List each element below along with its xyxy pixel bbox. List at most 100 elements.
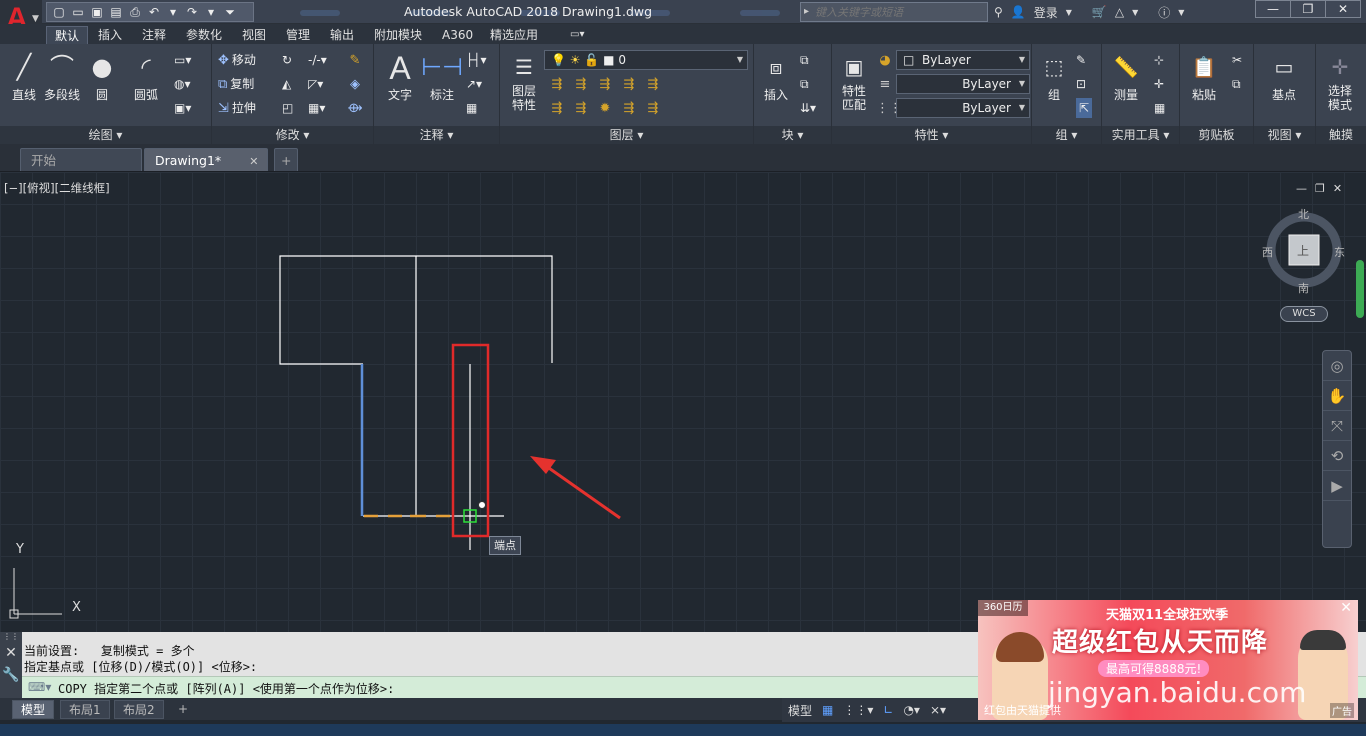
showmotion-icon[interactable]: ▶ (1323, 471, 1351, 501)
new-tab-button[interactable]: + (274, 148, 298, 171)
insert-block-button[interactable]: ⧈ 插入 (754, 50, 798, 102)
panel-title-annotation[interactable]: 注释 ▾ (374, 126, 499, 144)
region-icon[interactable]: ▣▾ (174, 98, 191, 118)
osnap-icon[interactable]: ⨯▾ (930, 703, 946, 717)
orbit-icon[interactable]: ⟲ (1323, 441, 1351, 471)
viewcube-west[interactable]: 西 (1262, 244, 1273, 260)
user-icon[interactable]: 👤 (1011, 5, 1026, 19)
create-block-icon[interactable]: ⧉ (800, 50, 809, 70)
transparency-icon[interactable]: ⋮⋮ (876, 100, 902, 118)
close-command-icon[interactable]: ✕ (0, 642, 22, 664)
rotate-icon[interactable]: ↻ (282, 50, 292, 70)
a360-icon[interactable]: △ (1115, 5, 1124, 19)
copy-button[interactable]: ⧉ 复制 (218, 74, 254, 94)
grid-icon[interactable]: ▦ (822, 703, 833, 717)
calculator-icon[interactable]: ▦ (1154, 98, 1165, 118)
panel-title-block[interactable]: 块 ▾ (754, 126, 831, 144)
linear-dim-icon[interactable]: ├┤▾ (466, 50, 486, 70)
tab-layout1[interactable]: 布局1 (60, 700, 110, 719)
ungroup-icon[interactable]: ✎ (1076, 50, 1086, 70)
layer-tool-icon[interactable]: ⇶ (644, 76, 662, 94)
tab-a360[interactable]: A360 (434, 26, 481, 44)
layer-tool-icon[interactable]: ⇶ (548, 100, 566, 118)
color-dropdown[interactable]: □ ByLayer ▼ (896, 50, 1030, 70)
wcs-menu[interactable]: WCS (1280, 306, 1328, 322)
explode-icon[interactable]: ◈ (346, 76, 364, 94)
group-button[interactable]: ⬚ 组 (1032, 50, 1076, 102)
table-icon[interactable]: ▦ (466, 98, 477, 118)
tab-parametric[interactable]: 参数化 (178, 26, 230, 44)
close-button[interactable]: ✕ (1325, 0, 1361, 18)
mirror-icon[interactable]: ◭ (282, 74, 291, 94)
panel-title-groups[interactable]: 组 ▾ (1032, 126, 1101, 144)
minimize-button[interactable]: — (1255, 0, 1291, 18)
save-icon[interactable]: ▣ (89, 4, 105, 20)
redo-icon[interactable]: ↷ (184, 4, 200, 20)
save-as-icon[interactable]: ▤ (108, 4, 124, 20)
close-icon[interactable]: ✕ (249, 155, 258, 168)
open-file-icon[interactable]: ▭ (70, 4, 86, 20)
panel-title-utilities[interactable]: 实用工具 ▾ (1102, 126, 1179, 144)
group-select-icon[interactable]: ⇱ (1076, 98, 1093, 118)
trim-icon[interactable]: -/-▾ (308, 50, 327, 70)
customize-qat-icon[interactable]: ⏷ (222, 4, 238, 20)
group-edit-icon[interactable]: ⊡ (1076, 74, 1086, 94)
leader-icon[interactable]: ↗▾ (466, 74, 482, 94)
undo-icon[interactable]: ↶ (146, 4, 162, 20)
viewcube-south[interactable]: 南 (1298, 280, 1309, 296)
arc-button[interactable]: ◜ 圆弧 (124, 50, 168, 102)
binoculars-icon[interactable]: ⚲ (994, 5, 1003, 19)
panel-title-clipboard[interactable]: 剪贴板 (1180, 126, 1253, 144)
polar-icon[interactable]: ◔▾ (903, 703, 920, 717)
viewcube-east[interactable]: 东 (1334, 244, 1345, 260)
layer-tool-icon[interactable]: ⇶ (620, 76, 638, 94)
chevron-down-icon[interactable]: ▼ (1132, 8, 1138, 17)
search-box[interactable]: ▸ (800, 2, 988, 22)
layer-tool-icon[interactable]: ⇶ (572, 100, 590, 118)
layer-tool-icon[interactable]: ⇶ (572, 76, 590, 94)
measure-button[interactable]: 📏 测量 (1104, 50, 1148, 102)
grip-icon[interactable]: ⋮⋮ (0, 632, 22, 642)
layer-tool-icon[interactable]: ✹ (596, 100, 614, 118)
undo-dropdown-icon[interactable]: ▾ (165, 4, 181, 20)
ortho-icon[interactable]: ∟ (883, 703, 893, 717)
ad-close-icon[interactable]: ✕ (1340, 600, 1352, 616)
tab-layout2[interactable]: 布局2 (114, 700, 164, 719)
restore-button[interactable]: ❐ (1290, 0, 1326, 18)
ribbon-minimize-icon[interactable]: ▭▾ (562, 26, 592, 44)
scale-icon[interactable]: ◰ (282, 98, 293, 118)
linetype-dropdown[interactable]: ByLayer ▼ (896, 74, 1030, 94)
copy-clip-icon[interactable]: ⧉ (1232, 74, 1241, 94)
viewcube[interactable]: 北 南 东 西 上 (1262, 206, 1348, 296)
layer-properties-button[interactable]: ☰ 图层 特性 (502, 50, 546, 112)
hatch-icon[interactable]: ◍▾ (174, 74, 191, 94)
viewport-restore-button[interactable]: ❐ (1315, 182, 1325, 195)
model-space-button[interactable]: 模型 (788, 702, 812, 719)
tab-manage[interactable]: 管理 (278, 26, 318, 44)
paste-button[interactable]: 📋 粘贴 (1182, 50, 1226, 102)
panel-title-view[interactable]: 视图 ▾ (1254, 126, 1315, 144)
login-button[interactable]: 登录 (1034, 4, 1058, 21)
point-icon[interactable]: ✛ (1154, 74, 1164, 94)
panel-title-modify[interactable]: 修改 ▾ (212, 126, 373, 144)
fillet-icon[interactable]: ◸▾ (308, 74, 323, 94)
layer-tool-icon[interactable]: ⇶ (644, 100, 662, 118)
tab-start[interactable]: 开始 (20, 148, 142, 171)
redo-dropdown-icon[interactable]: ▾ (203, 4, 219, 20)
viewcube-north[interactable]: 北 (1298, 206, 1309, 222)
tab-addins[interactable]: 附加模块 (366, 26, 430, 44)
add-layout-button[interactable]: + (170, 700, 196, 719)
advertisement-popup[interactable]: 360日历 ✕ 天猫双11全球狂欢季 超级红包从天而降 最高可得8888元! j… (978, 600, 1358, 720)
tab-drawing1[interactable]: Drawing1* ✕ (144, 148, 268, 171)
tab-featured-apps[interactable]: 精选应用 (482, 26, 546, 44)
panel-title-layers[interactable]: 图层 ▾ (500, 126, 753, 144)
block-attributes-icon[interactable]: ⇊▾ (800, 98, 816, 118)
panel-title-touch[interactable]: 触摸 (1316, 126, 1366, 144)
rectangle-icon[interactable]: ▭▾ (174, 50, 191, 70)
search-input[interactable] (815, 4, 985, 20)
chevron-down-icon[interactable]: ▼ (1178, 8, 1184, 17)
viewport-close-button[interactable]: ✕ (1333, 182, 1342, 195)
chevron-down-icon[interactable]: ▼ (1066, 8, 1072, 17)
tab-annotate[interactable]: 注释 (134, 26, 174, 44)
array-icon[interactable]: ▦▾ (308, 98, 325, 118)
